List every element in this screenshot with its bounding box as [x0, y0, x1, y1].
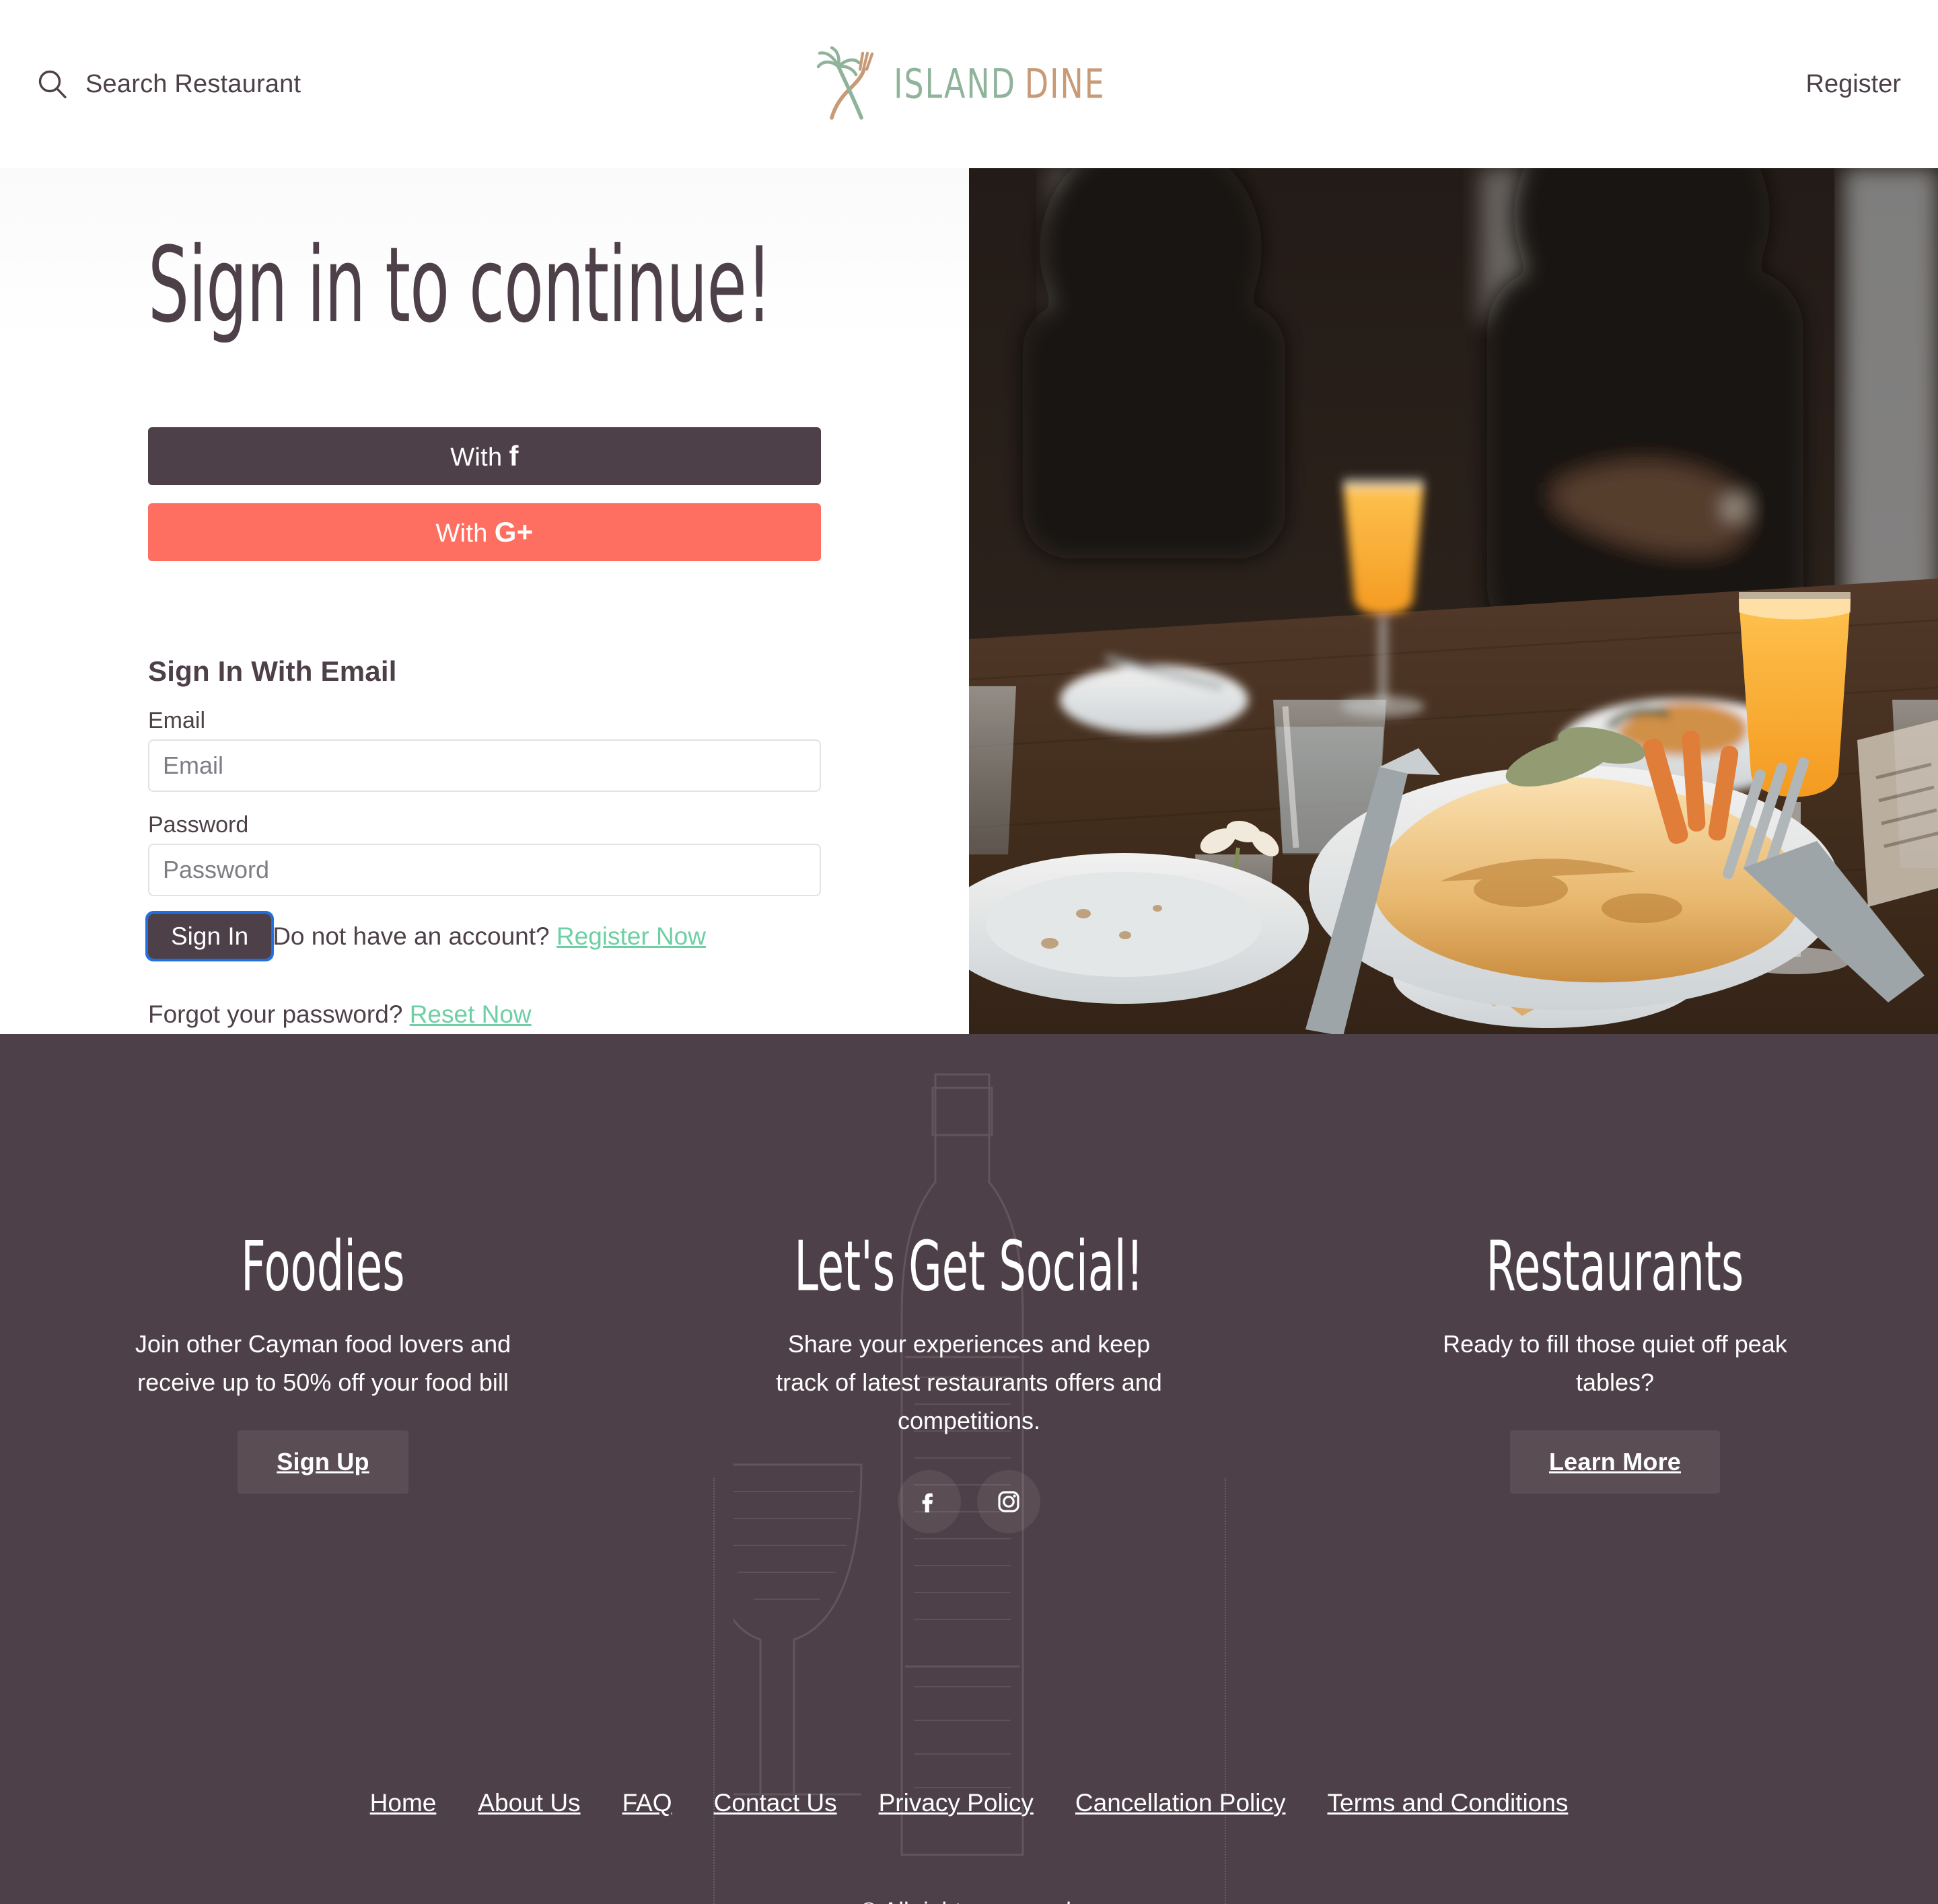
google-button-label: With — [435, 519, 488, 548]
footer-column-restaurants: Restaurants Ready to fill those quiet of… — [1292, 1225, 1938, 1533]
footer-sign-up-button[interactable]: Sign Up — [238, 1430, 408, 1494]
footer-social-title: Let's Get Social! — [794, 1225, 1144, 1307]
footer-column-social: Let's Get Social! Share your experiences… — [646, 1225, 1292, 1533]
register-now-link[interactable]: Register Now — [557, 922, 706, 950]
social-signin-group: With f With G+ — [148, 427, 821, 561]
reset-now-link[interactable]: Reset Now — [410, 1000, 532, 1028]
page-title: Sign in to continue! — [148, 225, 773, 346]
footer-link-faq[interactable]: FAQ — [622, 1789, 672, 1817]
footer-link-cancellation-policy[interactable]: Cancellation Policy — [1075, 1789, 1286, 1817]
footer-link-contact-us[interactable]: Contact Us — [714, 1789, 837, 1817]
footer-column-divider — [713, 1478, 715, 1904]
footer-foodies-text: Join other Cayman food lovers and receiv… — [135, 1330, 511, 1396]
facebook-button-label: With — [450, 443, 503, 472]
no-account-text: Do not have an account? Register Now — [273, 922, 706, 951]
hero-image — [969, 168, 1938, 1034]
footer-columns: Foodies Join other Cayman food lovers an… — [0, 1034, 1938, 1533]
footer-social-text: Share your experiences and keep track of… — [776, 1330, 1162, 1434]
footer-learn-more-button[interactable]: Learn More — [1509, 1430, 1721, 1494]
signin-with-google-button[interactable]: With G+ — [148, 503, 821, 561]
facebook-icon[interactable] — [898, 1469, 961, 1533]
footer-link-home[interactable]: Home — [370, 1789, 437, 1817]
forgot-password-label: Forgot your password? — [148, 1000, 403, 1028]
signin-with-facebook-button[interactable]: With f — [148, 427, 821, 485]
email-signin-heading: Sign In With Email — [148, 655, 397, 687]
email-label: Email — [148, 708, 206, 733]
main-content: Sign in to continue! With f With G+ Sign I… — [0, 168, 1938, 1034]
site-footer: Foodies Join other Cayman food lovers an… — [0, 1034, 1938, 1904]
google-plus-icon: G+ — [494, 516, 534, 548]
password-field-group: Password — [148, 812, 821, 896]
brunch-table-illustration — [969, 168, 1938, 1034]
footer-social-links — [693, 1469, 1245, 1533]
facebook-icon: f — [509, 440, 519, 472]
submit-row: Sign In Do not have an account? Register… — [145, 911, 821, 961]
password-label: Password — [148, 812, 249, 838]
footer-link-terms-and-conditions[interactable]: Terms and Conditions — [1328, 1789, 1569, 1817]
password-input[interactable] — [148, 844, 821, 896]
sign-in-button[interactable]: Sign In — [145, 911, 275, 961]
instagram-icon[interactable] — [977, 1469, 1040, 1533]
copyright-text: © All rights reserved. — [0, 1898, 1938, 1904]
search-label: Search Restaurant — [85, 69, 301, 98]
footer-column-foodies: Foodies Join other Cayman food lovers an… — [0, 1225, 646, 1533]
footer-link-about-us[interactable]: About Us — [478, 1789, 580, 1817]
footer-foodies-title: Foodies — [241, 1225, 405, 1307]
email-field-group: Email — [148, 708, 821, 792]
search-restaurant-button[interactable]: Search Restaurant — [37, 69, 301, 100]
footer-restaurants-title: Restaurants — [1486, 1225, 1744, 1307]
signin-panel: Sign in to continue! With f With G+ Sign I… — [0, 168, 969, 1034]
footer-nav: Home About Us FAQ Contact Us Privacy Pol… — [0, 1789, 1938, 1817]
register-link[interactable]: Register — [1806, 70, 1902, 99]
footer-column-divider — [1225, 1478, 1226, 1904]
site-header: Search Restaurant ISLAND DINE Register — [0, 0, 1938, 168]
forgot-password-row: Forgot your password? Reset Now — [148, 1000, 821, 1029]
palm-tree-fork-logo-icon — [814, 46, 888, 122]
search-icon — [37, 69, 68, 100]
footer-link-privacy-policy[interactable]: Privacy Policy — [879, 1789, 1034, 1817]
email-input[interactable] — [148, 739, 821, 792]
site-logo[interactable]: ISLAND DINE — [814, 46, 1124, 122]
brand-word-dine: DINE — [1024, 60, 1106, 108]
brand-word-island: ISLAND — [894, 60, 1016, 108]
no-account-label: Do not have an account? — [273, 922, 550, 950]
footer-restaurants-text: Ready to fill those quiet off peak table… — [1443, 1330, 1787, 1396]
